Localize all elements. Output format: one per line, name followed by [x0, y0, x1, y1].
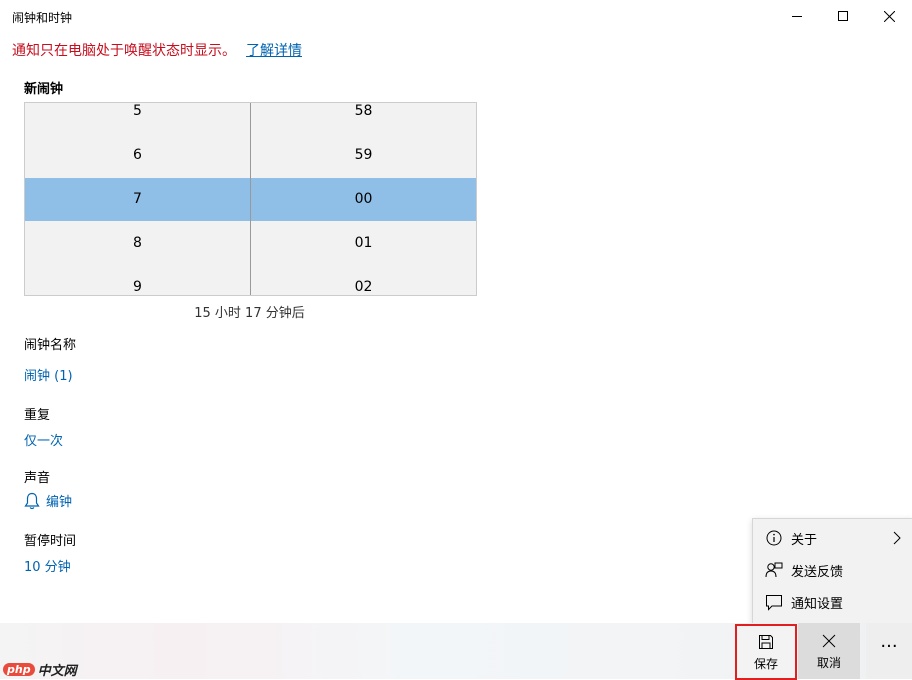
hour-item[interactable]: 8	[25, 221, 250, 265]
title-bar: 闹钟和时钟	[0, 0, 912, 32]
countdown-text: 15 小时 17 分钟后	[194, 306, 305, 321]
minimize-button[interactable]	[774, 0, 820, 32]
close-icon	[822, 634, 836, 648]
save-button[interactable]: 保存	[735, 624, 797, 680]
minute-column[interactable]: 58 59 00 01 02	[251, 103, 476, 295]
watermark-badge: php	[3, 663, 35, 676]
hour-item[interactable]: 9	[25, 265, 250, 295]
more-button[interactable]: ···	[866, 623, 912, 679]
repeat-value[interactable]: 仅一次	[24, 430, 63, 449]
app-title: 闹钟和时钟	[12, 11, 73, 25]
maximize-button[interactable]	[820, 0, 866, 32]
cancel-button[interactable]: 取消	[798, 623, 860, 679]
notice-text: 通知只在电脑处于唤醒状态时显示。	[12, 43, 236, 59]
save-label: 保存	[753, 657, 778, 671]
section-title: 新闹钟	[24, 82, 64, 97]
menu-item-about[interactable]: 关于	[753, 522, 912, 554]
time-picker[interactable]: 5 6 7 8 9 58 59 00 01 02	[24, 102, 477, 296]
minute-item-selected[interactable]: 00	[251, 177, 476, 221]
menu-item-label: 通知设置	[791, 596, 844, 612]
message-icon	[766, 595, 782, 611]
repeat-label: 重复	[24, 408, 51, 423]
close-button[interactable]	[866, 0, 912, 32]
maximize-icon	[838, 11, 848, 21]
hour-column[interactable]: 5 6 7 8 9	[25, 103, 250, 295]
hour-item[interactable]: 6	[25, 133, 250, 177]
chevron-right-icon	[893, 531, 901, 545]
alarm-name-label: 闹钟名称	[24, 338, 77, 353]
bell-icon	[24, 492, 40, 509]
watermark-logo: php 中文网	[3, 660, 77, 679]
save-icon	[759, 635, 773, 649]
snooze-label: 暂停时间	[24, 534, 77, 549]
minute-item[interactable]: 01	[251, 221, 476, 265]
menu-item-label: 关于	[791, 532, 818, 548]
sound-selector[interactable]: 编钟	[24, 491, 72, 510]
sound-value[interactable]: 编钟	[46, 491, 72, 510]
feedback-icon	[765, 562, 783, 578]
alarm-name-field[interactable]: 闹钟 (1)	[24, 365, 73, 384]
sound-label: 声音	[24, 471, 51, 486]
minimize-icon	[792, 16, 802, 17]
learn-more-link[interactable]: 了解详情	[246, 43, 302, 59]
cancel-label: 取消	[816, 656, 841, 670]
menu-item-notification-settings[interactable]: 通知设置	[753, 586, 912, 618]
hour-item-selected[interactable]: 7	[25, 177, 250, 221]
minute-item[interactable]: 59	[251, 133, 476, 177]
menu-item-label: 发送反馈	[791, 564, 844, 580]
minute-item[interactable]: 02	[251, 265, 476, 295]
info-icon	[766, 530, 782, 546]
minute-item[interactable]: 58	[251, 103, 476, 133]
overflow-menu: 关于 发送反馈 通知设置	[752, 518, 912, 624]
watermark-text: 中文网	[37, 664, 77, 679]
more-options-icon: ···	[880, 635, 898, 657]
hour-item[interactable]: 5	[25, 103, 250, 133]
notification-notice: 通知只在电脑处于唤醒状态时显示。 了解详情	[12, 40, 302, 60]
menu-item-feedback[interactable]: 发送反馈	[753, 554, 912, 586]
snooze-value[interactable]: 10 分钟	[24, 556, 71, 575]
close-icon	[883, 10, 895, 22]
